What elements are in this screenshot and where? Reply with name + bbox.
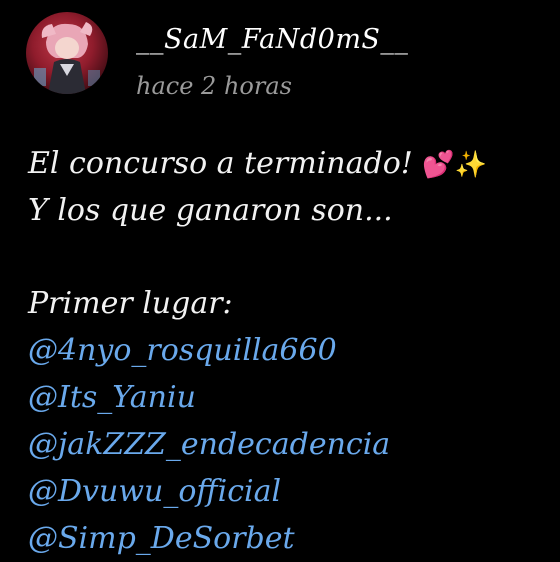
mention-link[interactable]: @Simp_DeSorbet — [28, 515, 548, 562]
text-line: Y los que ganaron son... — [28, 187, 548, 234]
avatar-image — [34, 22, 100, 94]
two-hearts-icon: 💕 — [422, 150, 455, 180]
author-username[interactable]: __SaM_FaNd0mS__ — [136, 24, 408, 55]
post-body: El concurso a terminado! 💕✨ Y los que ga… — [28, 140, 548, 562]
mention-link[interactable]: @Dvuwu_official — [28, 468, 548, 515]
winners-intro-text: Y los que ganaron son... — [28, 193, 393, 228]
post-timestamp: hace 2 horas — [136, 72, 292, 100]
mention-link[interactable]: @Its_Yaniu — [28, 374, 548, 421]
announcement-text: El concurso a terminado! — [28, 146, 413, 181]
section-title: Primer lugar: — [28, 286, 233, 321]
mention-link[interactable]: @jakZZZ_endecadencia — [28, 421, 548, 468]
post-card: __SaM_FaNd0mS__ hace 2 horas El concurso… — [0, 0, 560, 560]
text-line: El concurso a terminado! 💕✨ — [28, 140, 548, 187]
sparkles-icon: ✨ — [454, 150, 488, 180]
post-header: __SaM_FaNd0mS__ hace 2 horas — [26, 12, 546, 102]
mention-link[interactable]: @4nyo_rosquilla660 — [28, 327, 548, 374]
avatar[interactable] — [26, 12, 108, 94]
